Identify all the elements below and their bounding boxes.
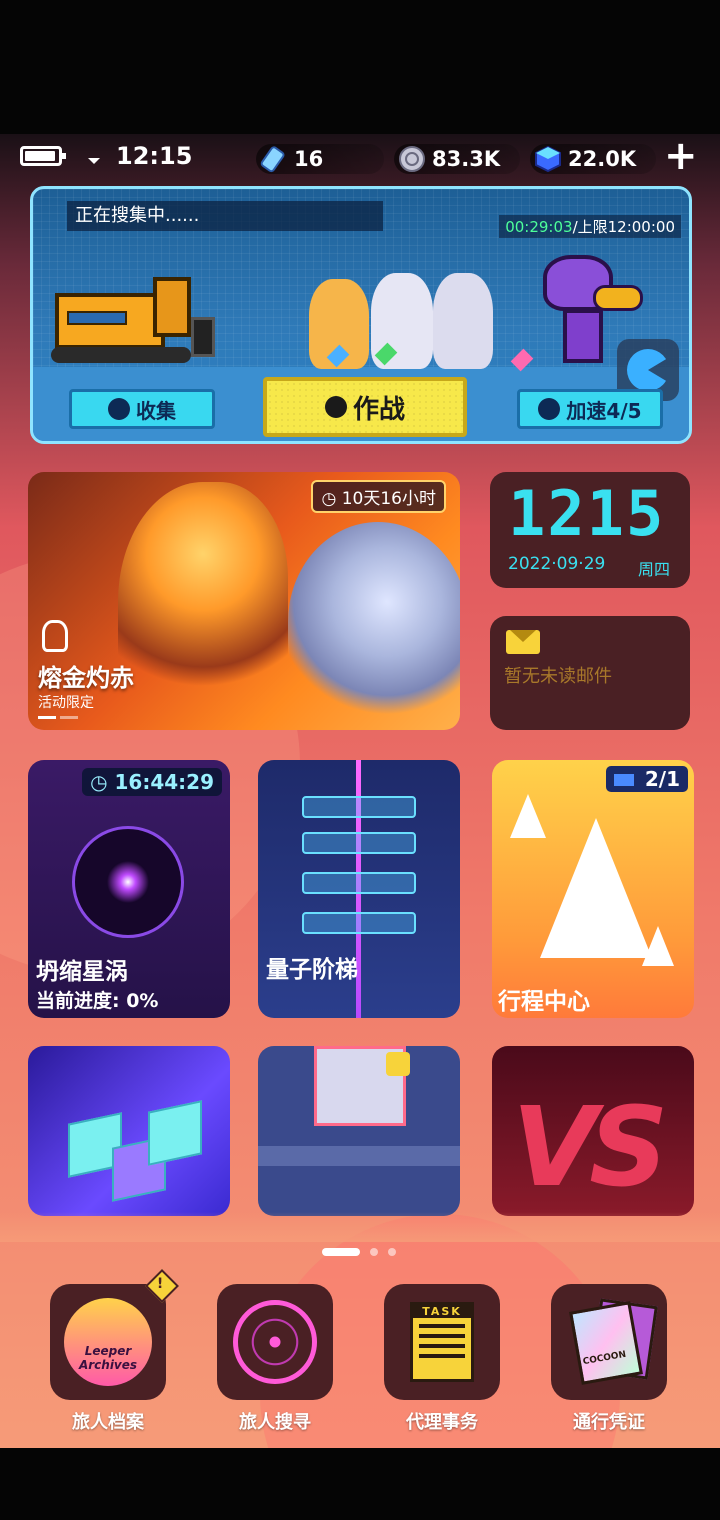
gem-resource[interactable]: 22.0K (530, 144, 656, 174)
versus-text: VS (512, 1083, 668, 1211)
event-banner-card[interactable]: ◷ 10天16小时 熔金灼赤 活动限定 (28, 472, 460, 730)
dock-app-traveler-search[interactable]: 旅人搜寻 (217, 1284, 333, 1434)
plus-icon[interactable]: + (664, 136, 698, 176)
vortex-timer: ◷ 16:44:29 (82, 768, 222, 796)
energy-resource[interactable]: 16 (256, 144, 384, 174)
journey-title: 行程中心 (498, 989, 590, 1015)
speedup-button[interactable]: 加速4/5 (517, 389, 663, 429)
lightning-icon (538, 398, 561, 420)
archive-logo-icon: Leeper Archives (64, 1298, 152, 1386)
page-indicator (322, 1248, 396, 1256)
coin-resource[interactable]: 83.3K (394, 144, 520, 174)
clock-widget-weekday: 周四 (638, 560, 671, 579)
dock-app-traveler-archive[interactable]: Leeper Archives ! 旅人档案 (50, 1269, 179, 1434)
mail-widget[interactable]: 暂无未读邮件 (490, 616, 690, 730)
collect-button[interactable]: 收集 (69, 389, 215, 429)
battle-button[interactable]: 作战 (263, 377, 467, 437)
clock-widget-time: 1215 (508, 477, 666, 550)
versus-tile[interactable]: VS (492, 1046, 694, 1216)
event-carousel-indicator (38, 716, 78, 719)
cube-tile[interactable] (28, 1046, 230, 1216)
box-icon (108, 398, 130, 420)
spaceship-icon (642, 926, 674, 966)
journey-badge: 2/1 (605, 766, 688, 792)
expedition-timer: 00:29:03/上限12:00:00 (499, 215, 681, 238)
pass-card-icon: COCOON (569, 1301, 643, 1385)
event-subtitle: 活动限定 (38, 695, 94, 711)
dock-app-label: 通行凭证 (573, 1412, 645, 1433)
vortex-progress: 当前进度: 0% (36, 990, 159, 1012)
alert-icon: ! (145, 1269, 179, 1303)
envelope-icon (506, 630, 540, 654)
expedition-panel[interactable]: 正在搜集中...... 00:29:03/上限12:00:00 收集 作战 加速… (30, 186, 692, 444)
gem-value: 22.0K (568, 147, 637, 171)
dock-app-agent-tasks[interactable]: TASK 代理事务 (384, 1284, 500, 1434)
app-dock: Leeper Archives ! 旅人档案 旅人搜寻 TASK 代理事务 CO… (0, 1269, 720, 1434)
energy-cell-icon (260, 146, 285, 173)
coin-value: 83.3K (432, 147, 501, 171)
event-character-art (118, 482, 288, 722)
event-logo-icon (42, 620, 68, 652)
dock-app-label: 旅人档案 (72, 1412, 144, 1433)
event-title: 熔金灼赤 (38, 664, 134, 692)
event-countdown: ◷ 10天16小时 (311, 480, 446, 513)
energy-value: 16 (294, 147, 324, 171)
event-character-art (288, 522, 460, 722)
spaceship-icon (540, 818, 652, 958)
quantum-ladder-tile[interactable]: 量子阶梯 (258, 760, 460, 1018)
vortex-title: 坍缩星涡 (36, 959, 128, 985)
dock-app-pass[interactable]: COCOON 通行凭证 (551, 1284, 667, 1434)
clock-widget[interactable]: 1215 2022·09·29 周四 (490, 472, 690, 588)
clock-icon: ◷ (90, 770, 108, 794)
ladder-step-art (302, 832, 416, 854)
coin-icon (399, 146, 425, 172)
task-list-icon: TASK (410, 1302, 474, 1382)
status-time: 12:15 (116, 142, 193, 170)
ladder-step-art (302, 796, 416, 818)
arrow-badge-icon (386, 1052, 410, 1076)
expedition-status: 正在搜集中...... (67, 201, 383, 231)
city-map-tile[interactable] (258, 1046, 460, 1216)
radar-icon (233, 1300, 317, 1384)
clock-widget-date: 2022·09·29 (508, 554, 606, 574)
ladder-step-art (302, 872, 416, 894)
signal-icon (88, 158, 100, 164)
vortex-tile[interactable]: ◷ 16:44:29 坍缩星涡 当前进度: 0% (28, 760, 230, 1018)
black-hole-art (72, 826, 184, 938)
clock-icon: ◷ (321, 489, 337, 509)
dock-app-label: 代理事务 (406, 1412, 478, 1433)
dock-app-label: 旅人搜寻 (239, 1412, 311, 1433)
mail-status: 暂无未读邮件 (504, 666, 612, 687)
ticket-icon (613, 774, 634, 786)
home-screen: 12:15 16 83.3K 22.0K + 正在搜集中...... 00:29… (0, 134, 720, 1448)
journey-center-tile[interactable]: 2/1 行程中心 (492, 760, 694, 1018)
excavator-sprite (51, 277, 215, 365)
battery-icon (20, 146, 66, 166)
cube-gem-icon (535, 145, 561, 173)
location-pin-icon (324, 396, 347, 418)
cube-art (148, 1100, 202, 1166)
character-party-sprite (283, 259, 534, 372)
quantum-title: 量子阶梯 (266, 957, 358, 983)
status-bar: 12:15 16 83.3K 22.0K + (0, 134, 720, 180)
ladder-step-art (302, 912, 416, 934)
